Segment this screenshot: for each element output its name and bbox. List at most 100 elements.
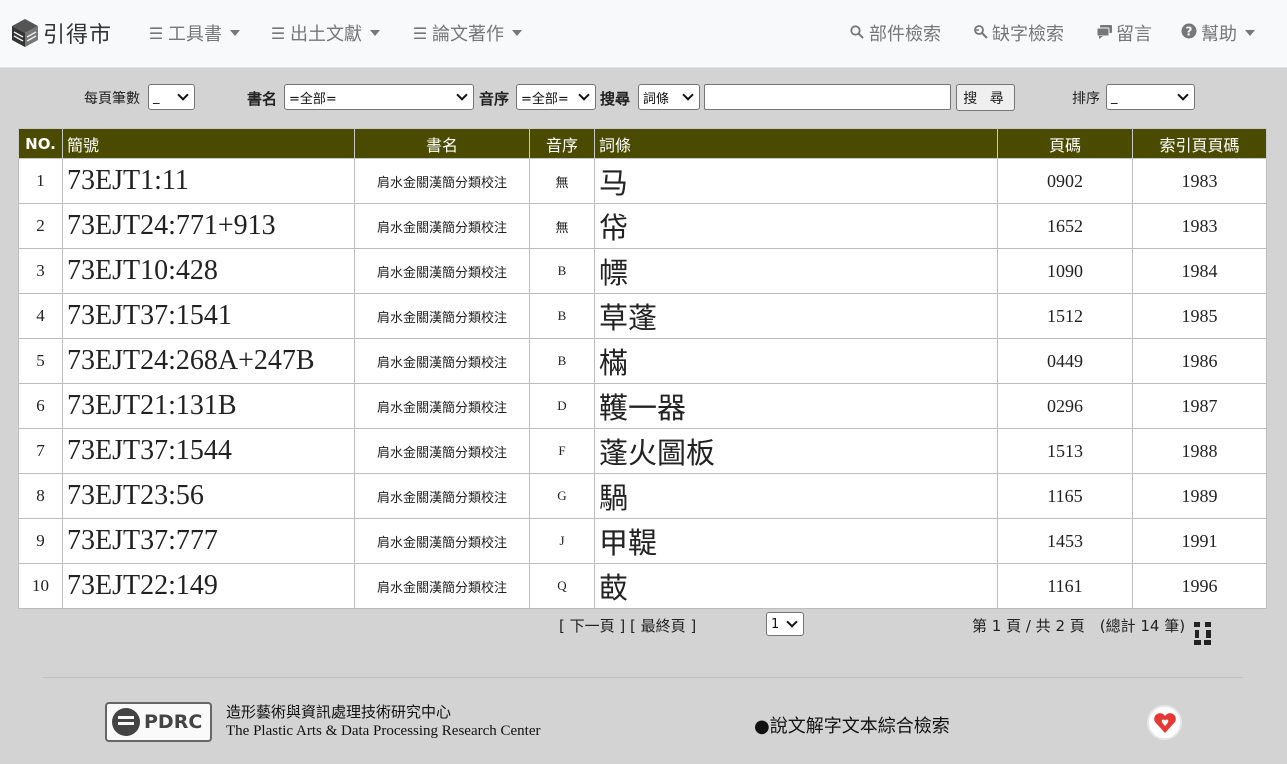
- header-sound[interactable]: 音序: [529, 128, 595, 159]
- menu-excavated-documents[interactable]: ☰ 出土文獻: [269, 20, 380, 46]
- results-table: NO. 簡號 書名 音序 詞條 頁碼 索引頁頁碼 1 73EJT1:11 肩水金關漢…: [18, 128, 1267, 609]
- chevron-down-icon: [1177, 89, 1189, 101]
- search-icon: [848, 24, 866, 43]
- menu-reference-books[interactable]: ☰ 工具書: [147, 20, 240, 46]
- cell-index-page: 1996: [1132, 563, 1267, 609]
- cell-sound: B: [529, 338, 595, 384]
- help-icon: ?: [1180, 23, 1198, 43]
- search-label: 搜尋: [600, 90, 631, 108]
- cell-book: 肩水金關漢簡分類校注: [354, 563, 530, 609]
- book-select[interactable]: =全部=: [284, 84, 474, 110]
- nav-missing-char-search[interactable]: 缺字檢索: [971, 20, 1064, 46]
- table-row[interactable]: 1 73EJT1:11 肩水金關漢簡分類校注無马 0902 1983: [18, 158, 1267, 204]
- cell-entry: 菣: [594, 563, 998, 609]
- cell-page: 1161: [997, 563, 1133, 609]
- header-no[interactable]: NO.: [18, 128, 63, 159]
- navbar: 引得市 ☰ 工具書 ☰ 出土文獻 ☰ 論文著作 部件檢索 缺字檢索 留言 ? 幫…: [0, 0, 1287, 68]
- menu-icon: ☰: [412, 23, 428, 43]
- chevron-down-icon: [177, 89, 189, 101]
- cell-index-page: 1988: [1132, 428, 1267, 474]
- cell-code: 73EJT10:428: [62, 248, 355, 294]
- cell-no: 10: [18, 563, 63, 609]
- pdrc-logo[interactable]: PDRC: [105, 702, 212, 742]
- search-button[interactable]: 搜 尋: [956, 84, 1015, 111]
- cell-code: 73EJT23:56: [62, 473, 355, 519]
- page-select[interactable]: 1: [766, 612, 804, 636]
- menu-label: 出土文獻: [290, 24, 362, 45]
- table-row[interactable]: 5 73EJT24:268A+247B 肩水金關漢簡分類校注 B 樠 0449 1986: [18, 338, 1267, 384]
- table-row[interactable]: 7 73EJT37:1544 肩水金關漢簡分類校注 F 蓬火圖板 1513 1988: [18, 428, 1267, 474]
- cell-code: 73EJT1:11: [62, 158, 355, 204]
- nav-link-label: 部件檢索: [869, 24, 941, 45]
- page-select-value: 1: [771, 616, 780, 632]
- pdrc-logo-text: PDRC: [144, 711, 203, 733]
- per-page-select[interactable]: _: [148, 84, 195, 110]
- caret-down-icon: [230, 30, 240, 36]
- next-page-link[interactable]: [ 下一頁 ]: [559, 617, 625, 635]
- menu-label: 工具書: [168, 24, 222, 45]
- cell-no: 2: [18, 203, 63, 249]
- shuowen-search-link[interactable]: ●說文解字文本綜合檢索: [754, 712, 950, 738]
- cell-page: 0296: [997, 383, 1133, 429]
- cell-entry: 甲鞮: [594, 518, 998, 564]
- nav-message[interactable]: 留言: [1095, 20, 1152, 46]
- cell-index-page: 1989: [1132, 473, 1267, 519]
- search-field-select[interactable]: 詞條: [638, 84, 700, 110]
- table-row[interactable]: 3 73EJT10:428 肩水金關漢簡分類校注 B 幖 1090 1984: [18, 248, 1267, 294]
- cell-entry: 帒: [594, 203, 998, 249]
- cell-code: 73EJT37:777: [62, 518, 355, 564]
- cell-no: 1: [18, 158, 63, 204]
- cell-book: 肩水金關漢簡分類校注: [354, 338, 530, 384]
- header-entry[interactable]: 詞條: [594, 128, 998, 159]
- last-page-link[interactable]: [ 最終頁 ]: [630, 617, 696, 635]
- caret-down-icon: [1245, 30, 1255, 36]
- sound-select[interactable]: =全部=: [516, 84, 596, 110]
- cell-sound: Q: [529, 563, 595, 609]
- cell-entry: 幖: [594, 248, 998, 294]
- nav-component-search[interactable]: 部件檢索: [848, 20, 941, 46]
- cell-entry: 草蓬: [594, 293, 998, 339]
- cell-index-page: 1985: [1132, 293, 1267, 339]
- cell-code: 73EJT37:1544: [62, 428, 355, 474]
- menu-papers[interactable]: ☰ 論文著作: [411, 20, 522, 46]
- key-search-icon: [971, 24, 989, 43]
- sort-select[interactable]: _: [1106, 84, 1195, 110]
- book-label: 書名: [247, 90, 278, 108]
- table-row[interactable]: 6 73EJT21:131B 肩水金關漢簡分類校注 D 韄一器 0296 1987: [18, 383, 1267, 429]
- cell-no: 5: [18, 338, 63, 384]
- table-row[interactable]: 9 73EJT37:777 肩水金關漢簡分類校注 J 甲鞮 1453 1991: [18, 518, 1267, 564]
- table-row[interactable]: 8 73EJT23:56 肩水金關漢簡分類校注 G 騧 1165 1989: [18, 473, 1267, 519]
- nav-link-label: 缺字檢索: [992, 24, 1064, 45]
- table-row[interactable]: 2 73EJT24:771+913 肩水金關漢簡分類校注無帒 1652 1983: [18, 203, 1267, 249]
- cell-no: 3: [18, 248, 63, 294]
- nav-link-label: 留言: [1116, 24, 1152, 45]
- header-code[interactable]: 簡號: [62, 128, 355, 159]
- cell-entry: 韄一器: [594, 383, 998, 429]
- cell-sound: G: [529, 473, 595, 519]
- cell-book: 肩水金關漢簡分類校注: [354, 383, 530, 429]
- cell-code: 73EJT37:1541: [62, 293, 355, 339]
- table-row[interactable]: 4 73EJT37:1541 肩水金關漢簡分類校注 B 草蓬 1512 1985: [18, 293, 1267, 339]
- footer-divider: [43, 677, 1243, 678]
- org-name-en: The Plastic Arts & Data Processing Resea…: [226, 723, 541, 739]
- cube-logo-icon: [12, 19, 38, 47]
- menu-label: 論文著作: [432, 24, 504, 45]
- nav-help[interactable]: ? 幫助: [1180, 20, 1255, 46]
- sound-value: =全部=: [521, 91, 569, 107]
- cell-index-page: 1984: [1132, 248, 1267, 294]
- cell-book: 肩水金關漢簡分類校注: [354, 293, 530, 339]
- svg-text:♥: ♥: [1160, 719, 1168, 729]
- header-index-page[interactable]: 索引頁頁碼: [1132, 128, 1267, 159]
- brand-link[interactable]: 引得市: [11, 16, 112, 50]
- chinese-char-icon[interactable]: [1193, 621, 1213, 647]
- search-input[interactable]: [704, 84, 951, 110]
- cell-code: 73EJT21:131B: [62, 383, 355, 429]
- svg-text:?: ?: [1186, 25, 1193, 39]
- table-row[interactable]: 10 73EJT22:149 肩水金關漢簡分類校注 Q 菣 1161 1996: [18, 563, 1267, 609]
- cell-book: 肩水金關漢簡分類校注: [354, 473, 530, 519]
- header-book[interactable]: 書名: [354, 128, 530, 159]
- cell-index-page: 1983: [1132, 203, 1267, 249]
- cell-index-page: 1983: [1132, 158, 1267, 204]
- header-page[interactable]: 頁碼: [997, 128, 1133, 159]
- heart-badge-icon[interactable]: ♥: [1147, 705, 1182, 740]
